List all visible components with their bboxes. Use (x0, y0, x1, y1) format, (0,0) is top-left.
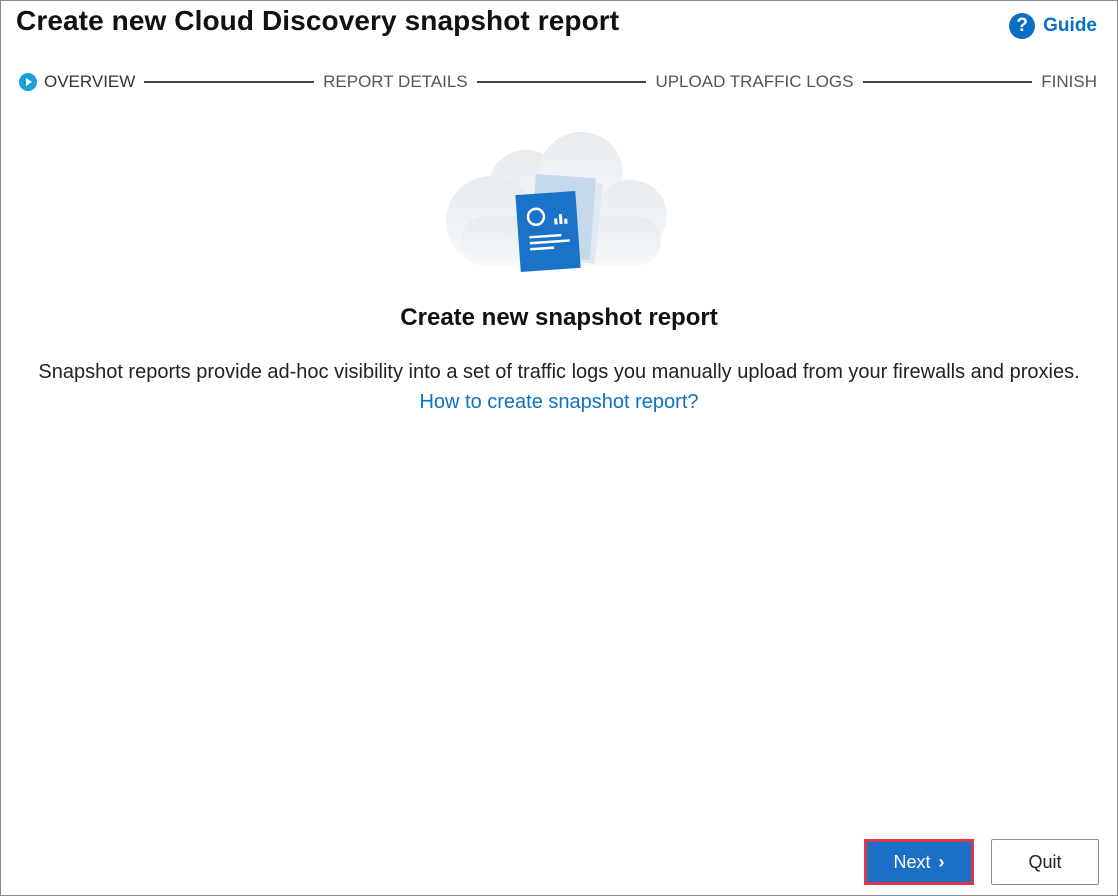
step-label: REPORT DETAILS (323, 72, 468, 91)
snapshot-report-dialog: Create new Cloud Discovery snapshot repo… (0, 0, 1118, 896)
content-description: Snapshot reports provide ad-hoc visibili… (31, 357, 1087, 417)
guide-label: Guide (1043, 15, 1097, 36)
description-text: Snapshot reports provide ad-hoc visibili… (38, 361, 1080, 383)
step-connector (476, 81, 647, 83)
wizard-stepper: OVERVIEW REPORT DETAILS UPLOAD TRAFFIC L… (19, 71, 1097, 93)
step-upload-traffic-logs[interactable]: UPLOAD TRAFFIC LOGS (655, 72, 853, 92)
content-heading: Create new snapshot report (400, 304, 718, 331)
next-button[interactable]: Next › (864, 839, 974, 885)
step-report-details[interactable]: REPORT DETAILS (323, 72, 468, 92)
how-to-create-link[interactable]: How to create snapshot report? (419, 391, 698, 413)
step-label: FINISH (1041, 72, 1098, 91)
step-connector (144, 81, 315, 83)
dialog-title: Create new Cloud Discovery snapshot repo… (16, 5, 620, 36)
step-label: OVERVIEW (44, 72, 136, 91)
step-overview[interactable]: OVERVIEW (19, 72, 135, 92)
step-label: UPLOAD TRAFFIC LOGS (655, 72, 854, 91)
guide-link[interactable]: ? Guide (1009, 13, 1097, 39)
step-finish[interactable]: FINISH (1041, 72, 1097, 92)
next-label: Next (893, 851, 931, 872)
chevron-right-icon: › (938, 851, 945, 872)
snapshot-report-cloud-illustration (446, 132, 667, 272)
step-connector (862, 81, 1033, 83)
question-circle-icon: ? (1009, 13, 1036, 39)
active-step-icon (19, 73, 37, 91)
quit-button[interactable]: Quit (991, 839, 1099, 885)
